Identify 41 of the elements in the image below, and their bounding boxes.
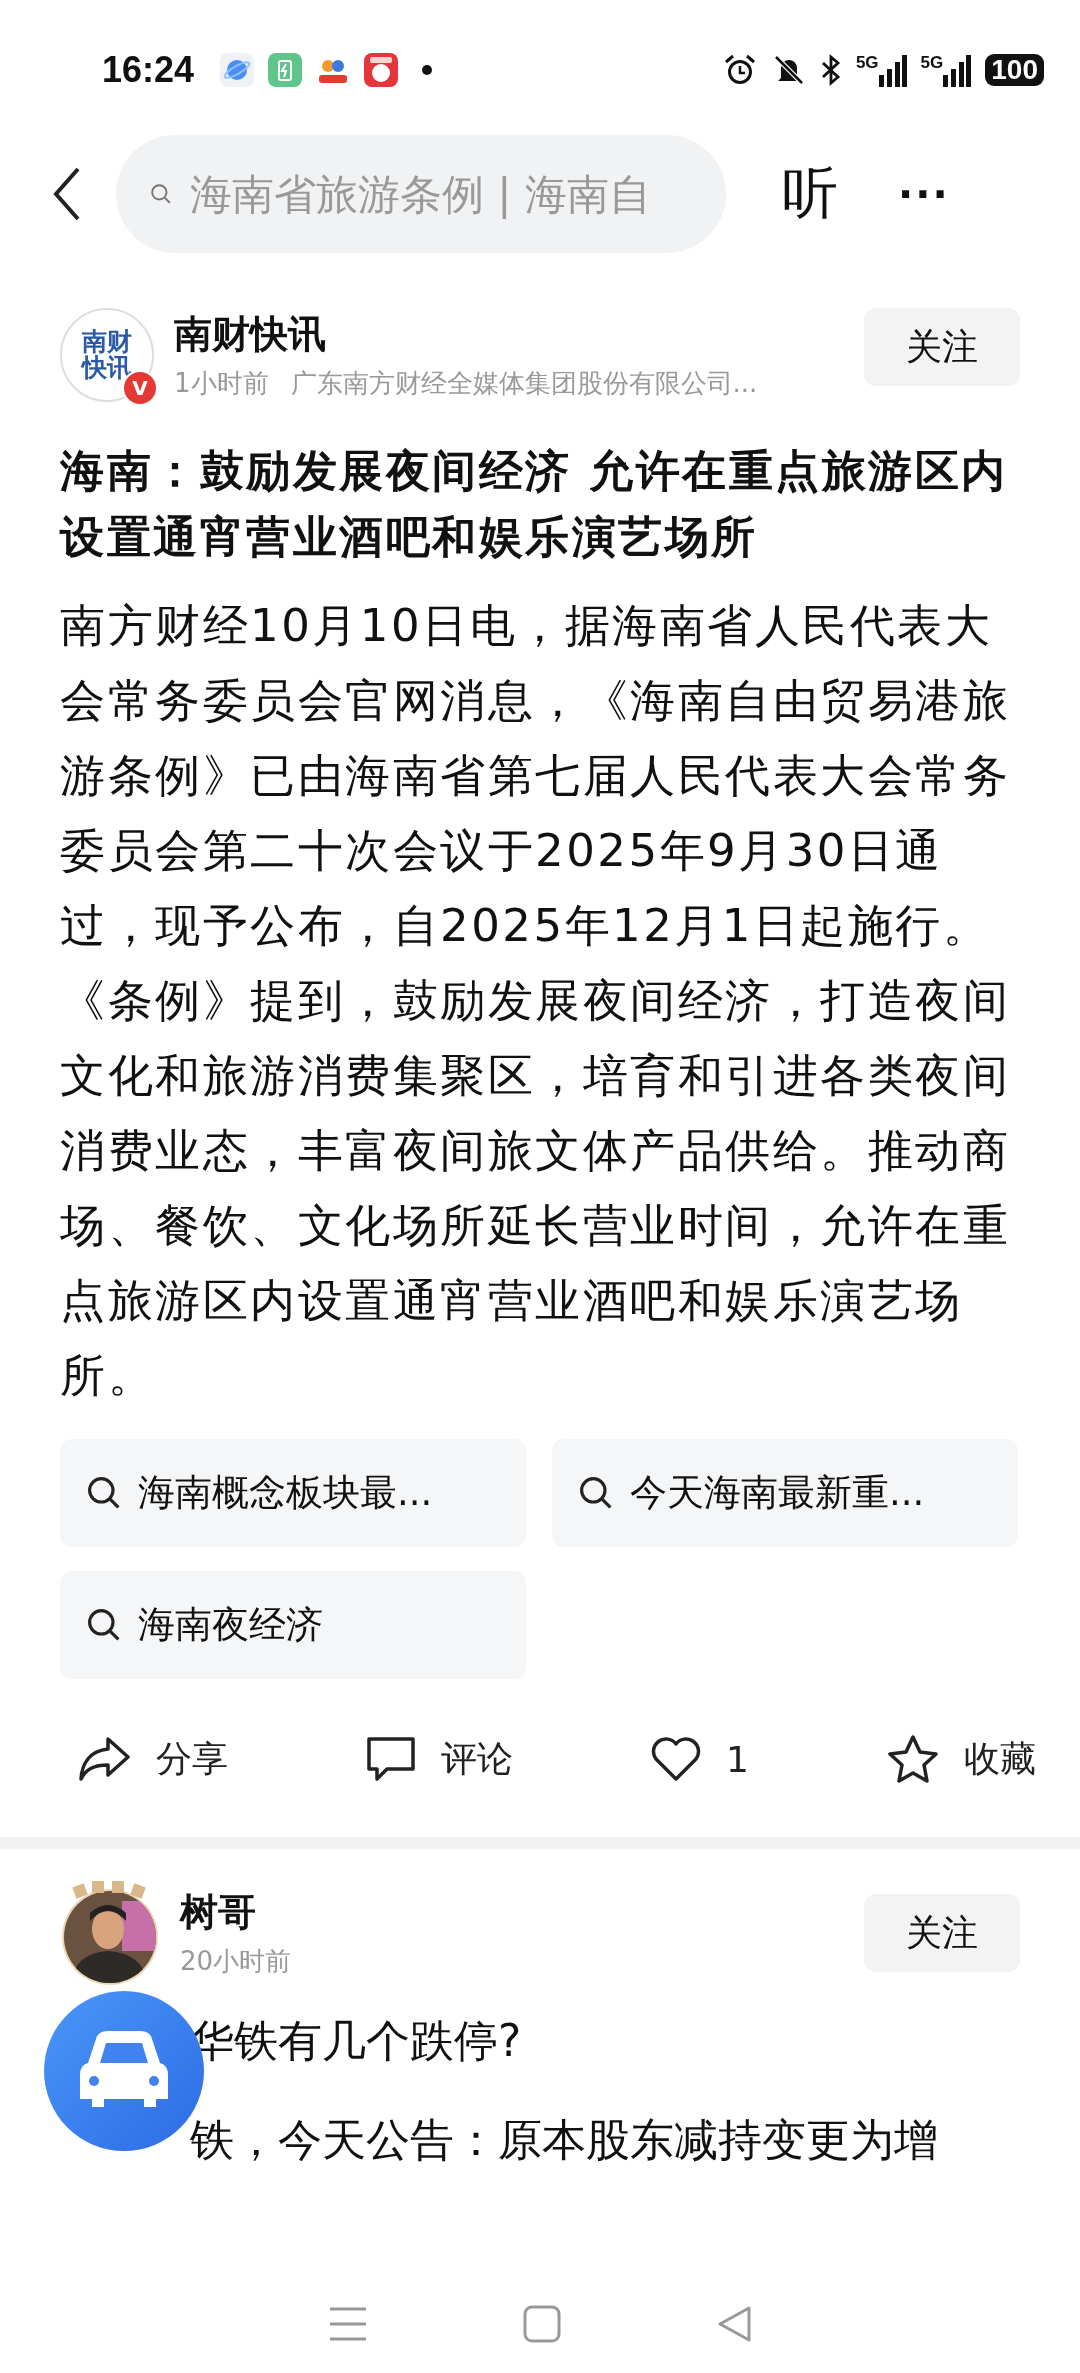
author-name[interactable]: 南财快讯 (174, 309, 844, 360)
share-button[interactable]: 分享 (78, 1734, 228, 1784)
battery-level: 100 (985, 54, 1044, 86)
article-body: 南方财经10月10日电，据海南省人民代表大会常务委员会官网消息，《海南自由贸易港旅游条例》已由海南省第七届人民代表大会常务委员会第二十次会议于2025年9月30日通过，现予公布，自2025年12月1日起施行。《条例》提到，鼓励发展夜间经济，打造夜间文化和旅游消费集聚区，培育和引进各类夜间消费业态，丰富夜间旅文体产品供给。推动商场、餐饮、文化场所延长营业时间，允许在重点旅游区内设置通宵营业酒吧和娱乐演艺场所。 (60, 598, 1011, 1404)
follow-button[interactable]: 关注 (864, 308, 1020, 386)
search-input[interactable]: 海南省旅游条例 | 海南自 (188, 168, 692, 220)
back-icon[interactable] (52, 166, 82, 222)
related-search-chip[interactable]: 海南夜经济 (60, 1571, 526, 1679)
comment-button[interactable]: 评论 (365, 1734, 514, 1784)
post-time: 20小时前 (180, 1945, 292, 1978)
app-icon (364, 53, 399, 87)
search-field[interactable]: 海南省旅游条例 | 海南自 (116, 135, 726, 253)
article-title: 海南：鼓励发展夜间经济 允许在重点旅游区内设置通宵营业酒吧和娱乐演艺场所 (60, 444, 1009, 564)
listen-button[interactable]: 听 (782, 156, 838, 232)
favorite-button[interactable]: 收藏 (886, 1733, 1036, 1785)
status-time: 16:24 (102, 49, 195, 91)
comment-icon (365, 1735, 418, 1783)
notification-dot (422, 65, 433, 75)
battery-app-icon (268, 53, 303, 87)
post-time: 1小时前 (174, 367, 269, 400)
share-icon (78, 1735, 132, 1783)
like-button[interactable]: 1 (650, 1735, 749, 1783)
star-icon (886, 1733, 940, 1785)
menu-icon[interactable] (327, 2306, 368, 2342)
related-search-chip[interactable]: 今天海南最新重... (552, 1439, 1018, 1547)
follow-button[interactable]: 关注 (864, 1894, 1020, 1972)
signal-icon (943, 53, 972, 87)
search-icon (86, 1475, 122, 1511)
search-icon (578, 1475, 614, 1511)
network-type-label: 5G (920, 53, 944, 73)
browser-app-icon (220, 53, 255, 87)
related-search-chip[interactable]: 海南概念板块最... (60, 1439, 526, 1547)
search-icon (86, 1607, 122, 1643)
source-name: 广东南方财经全媒体集团股份有限公司... (290, 367, 758, 400)
home-icon[interactable] (523, 2305, 561, 2343)
network-type-label: 5G (855, 53, 879, 73)
heart-icon (650, 1735, 703, 1783)
post-text: 铁，今天公告：原本股东减持变更为增 (189, 2113, 939, 2167)
more-button[interactable]: ··· (898, 171, 950, 217)
author-name[interactable]: 树哥 (180, 1887, 844, 1938)
signal-icon (878, 53, 907, 87)
